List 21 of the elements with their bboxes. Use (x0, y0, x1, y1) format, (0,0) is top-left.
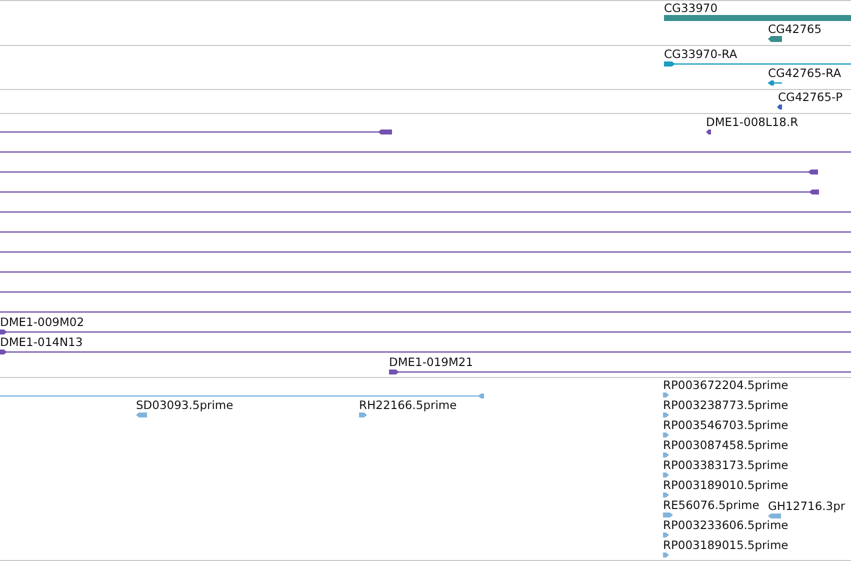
feature-label: RP003087458.5prime (663, 438, 788, 452)
feature-label: DME1-014N13 (0, 335, 83, 349)
feature-label: RE56076.5prime (663, 498, 760, 512)
feature-label: SD03093.5prime (136, 398, 234, 412)
feature-label: GH12716.3pr (768, 499, 846, 513)
feature-label: RP003233606.5prime (663, 518, 788, 532)
feature-label: DME1-008L18.R (706, 115, 798, 129)
feature-label: RP003672204.5prime (663, 378, 788, 392)
feature-label: CG42765 (768, 22, 822, 36)
feature-label: RH22166.5prime (359, 398, 457, 412)
feature-label: DME1-019M21 (389, 355, 474, 369)
feature-label: RP003383173.5prime (663, 458, 788, 472)
feature-label: RP003189015.5prime (663, 538, 788, 552)
feature-label: CG42765-P (778, 90, 843, 104)
feature-label: DME1-009M02 (0, 315, 84, 329)
feature-label: RP003189010.5prime (663, 478, 788, 492)
feature-label: RP003238773.5prime (663, 398, 788, 412)
feature-label: CG33970 (664, 1, 718, 15)
feature-label: CG33970-RA (664, 47, 738, 61)
feature-label: RP003546703.5prime (663, 418, 788, 432)
feature-label: CG42765-RA (768, 66, 842, 80)
